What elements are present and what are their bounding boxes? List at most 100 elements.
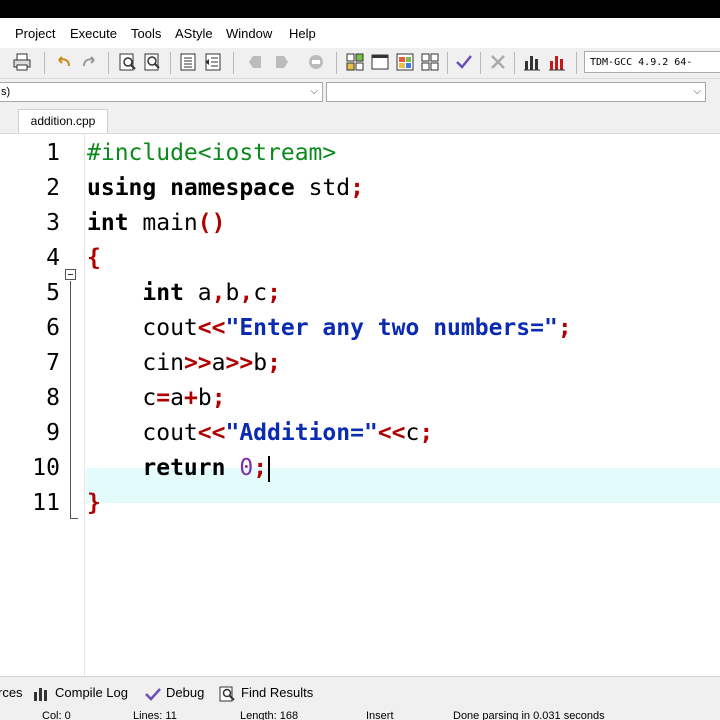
code-line[interactable]: #include<iostream> bbox=[87, 140, 336, 166]
code-token: c bbox=[253, 280, 268, 306]
print-icon[interactable] bbox=[12, 52, 32, 72]
toolbar: TDM-GCC 4.9.2 64- bbox=[0, 48, 720, 79]
goto-forward-icon[interactable] bbox=[272, 52, 292, 72]
menu-window[interactable]: Window bbox=[226, 26, 272, 41]
menu-astyle[interactable]: AStyle bbox=[175, 26, 213, 41]
code-line[interactable]: int main() bbox=[87, 210, 226, 236]
tab-debug-label: Debug bbox=[166, 685, 205, 700]
code-token: << bbox=[377, 420, 406, 446]
code-token: #include<iostream> bbox=[87, 140, 337, 166]
class-browser-bar: s) ⌵ ⌵ bbox=[0, 79, 720, 105]
code-line[interactable]: int a,b,c; bbox=[87, 280, 281, 306]
code-token: c bbox=[87, 385, 157, 411]
status-length: Length: 168 bbox=[240, 710, 299, 720]
stop-icon[interactable] bbox=[488, 52, 508, 72]
fold-collapse-icon[interactable] bbox=[65, 269, 76, 280]
windows-icon[interactable] bbox=[395, 52, 415, 72]
code-token: << bbox=[197, 315, 226, 341]
separator bbox=[336, 52, 337, 74]
indent-icon[interactable] bbox=[178, 52, 198, 72]
code-token: << bbox=[197, 420, 226, 446]
line-number: 9 bbox=[46, 420, 60, 446]
tab-debug[interactable]: Debug bbox=[144, 685, 204, 701]
code-token: cout bbox=[87, 420, 198, 446]
code-token: cin bbox=[87, 350, 184, 376]
separator bbox=[233, 52, 234, 74]
bookmark-icon[interactable] bbox=[306, 52, 326, 72]
new-project-icon[interactable] bbox=[345, 52, 365, 72]
code-line[interactable]: return 0; bbox=[87, 455, 271, 482]
menu-execute[interactable]: Execute bbox=[70, 26, 117, 41]
line-number: 3 bbox=[46, 210, 60, 236]
code-token: ; bbox=[267, 280, 281, 306]
code-editor[interactable]: 1 2 3 4 5 6 7 8 9 10 11 #include<iostrea… bbox=[0, 133, 720, 689]
code-token: , bbox=[211, 280, 226, 306]
separator bbox=[108, 52, 109, 74]
code-line[interactable]: { bbox=[87, 245, 101, 271]
code-line[interactable]: cout<<"Enter any two numbers="; bbox=[87, 315, 571, 341]
separator bbox=[44, 52, 45, 74]
find-icon[interactable] bbox=[118, 52, 138, 72]
code-token: "Addition=" bbox=[225, 420, 378, 446]
text-caret bbox=[268, 455, 271, 482]
code-token: b bbox=[253, 350, 268, 376]
code-token: return bbox=[142, 455, 226, 481]
code-token: = bbox=[156, 385, 171, 411]
code-token: } bbox=[87, 490, 101, 516]
menu-bar: Project Execute Tools AStyle Window Help bbox=[0, 18, 720, 48]
code-token: + bbox=[183, 385, 198, 411]
status-col: Col: 0 bbox=[42, 710, 71, 720]
separator bbox=[170, 52, 171, 74]
code-token: int bbox=[87, 210, 129, 236]
status-message: Done parsing in 0.031 seconds bbox=[453, 710, 605, 720]
find-results-icon bbox=[219, 686, 235, 702]
code-token: cout bbox=[87, 315, 198, 341]
line-number-gutter: 1 2 3 4 5 6 7 8 9 10 11 bbox=[0, 134, 85, 689]
check-syntax-icon[interactable] bbox=[454, 52, 474, 72]
code-token: () bbox=[197, 210, 226, 236]
unindent-icon[interactable] bbox=[203, 52, 223, 72]
menu-tools[interactable]: Tools bbox=[131, 26, 161, 41]
code-line[interactable]: c=a+b; bbox=[87, 385, 226, 411]
compiler-select[interactable]: TDM-GCC 4.9.2 64- bbox=[584, 51, 720, 73]
replace-icon[interactable] bbox=[143, 52, 163, 72]
bottom-panel-tabs: rces Compile Log Debug Find Results bbox=[0, 676, 720, 707]
debug-check-icon bbox=[145, 687, 161, 701]
code-token: ; bbox=[350, 175, 364, 201]
chart-icon[interactable] bbox=[522, 52, 542, 72]
tab-resources[interactable]: rces bbox=[0, 685, 23, 700]
profile-icon[interactable] bbox=[547, 52, 567, 72]
separator bbox=[447, 52, 448, 74]
code-line[interactable]: cout<<"Addition="<<c; bbox=[87, 420, 433, 446]
menu-help[interactable]: Help bbox=[289, 26, 316, 41]
redo-icon[interactable] bbox=[79, 52, 99, 72]
status-lines: Lines: 11 bbox=[133, 710, 177, 720]
tab-find-results[interactable]: Find Results bbox=[219, 685, 313, 702]
function-combo[interactable]: ⌵ bbox=[326, 82, 706, 102]
tile-icon[interactable] bbox=[420, 52, 440, 72]
code-line[interactable]: } bbox=[87, 490, 101, 516]
code-token: c bbox=[405, 420, 420, 446]
code-token: b bbox=[225, 280, 240, 306]
code-token: "Enter any two numbers=" bbox=[225, 315, 558, 341]
code-line[interactable]: using namespace std; bbox=[87, 175, 364, 201]
undo-icon[interactable] bbox=[54, 52, 74, 72]
tab-addition-cpp[interactable]: addition.cpp bbox=[18, 109, 108, 133]
code-token: a bbox=[170, 385, 184, 411]
line-number: 2 bbox=[46, 175, 60, 201]
fullscreen-icon[interactable] bbox=[370, 52, 390, 72]
code-token: std bbox=[294, 175, 351, 201]
code-token: ; bbox=[211, 385, 226, 411]
code-token: b bbox=[197, 385, 212, 411]
menu-project[interactable]: Project bbox=[15, 26, 55, 41]
code-line[interactable]: cin>>a>>b; bbox=[87, 350, 281, 376]
class-combo[interactable]: s) ⌵ bbox=[0, 82, 323, 102]
line-number: 6 bbox=[46, 315, 60, 341]
line-number: 5 bbox=[46, 280, 60, 306]
tab-compile-log[interactable]: Compile Log bbox=[33, 685, 128, 701]
line-number: 11 bbox=[32, 490, 60, 516]
code-token: ; bbox=[419, 420, 434, 446]
goto-back-icon[interactable] bbox=[246, 52, 266, 72]
